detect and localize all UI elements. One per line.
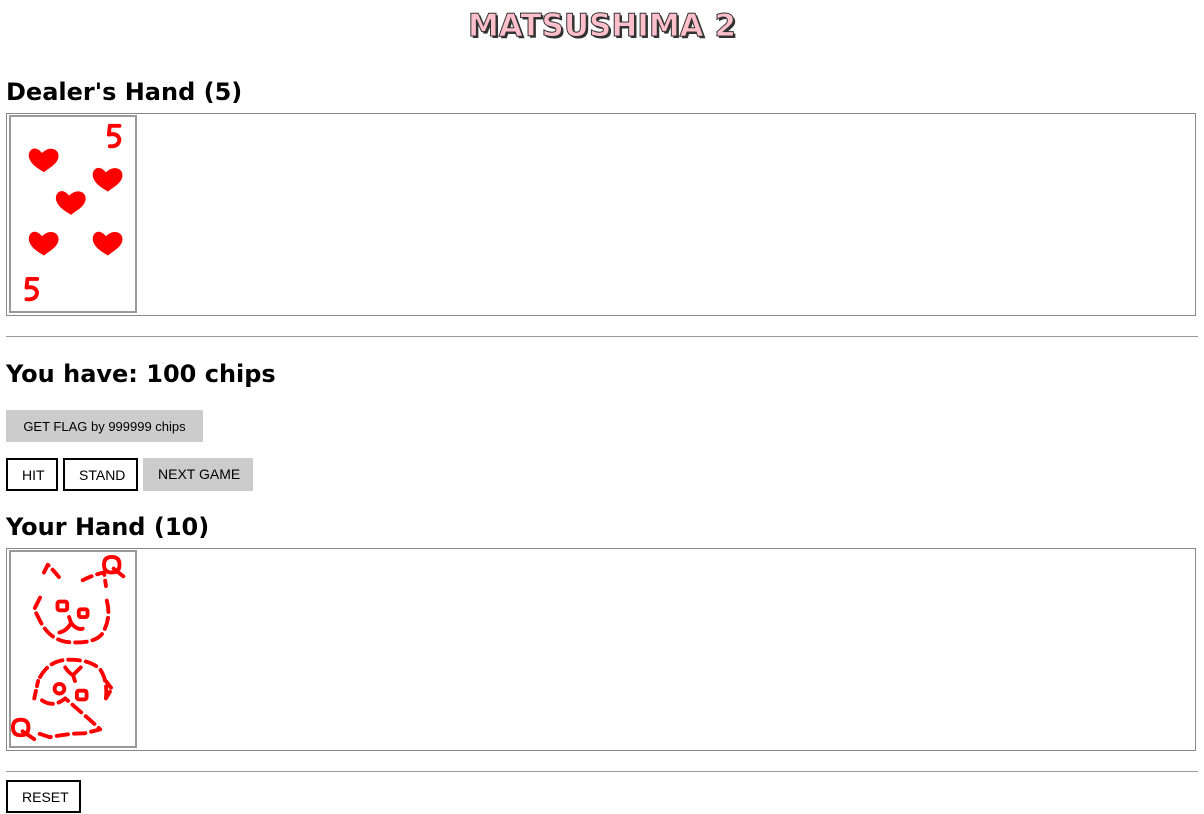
rank-5-top bbox=[106, 123, 122, 149]
chips-count: You have: 100 chips bbox=[6, 360, 276, 388]
next-game-button[interactable]: NEXT GAME bbox=[143, 458, 253, 491]
rank-5-bottom bbox=[24, 276, 40, 302]
hit-button[interactable]: HIT bbox=[6, 458, 58, 491]
stand-button[interactable]: STAND bbox=[63, 458, 138, 491]
player-card-queen bbox=[9, 550, 137, 748]
divider bbox=[6, 336, 1198, 337]
get-flag-button[interactable]: GET FLAG by 999999 chips bbox=[6, 410, 203, 442]
player-hand-heading: Your Hand (10) bbox=[6, 513, 210, 541]
dealer-hand-heading: Dealer's Hand (5) bbox=[6, 78, 243, 106]
divider-bottom bbox=[6, 771, 1198, 772]
dealer-hand-area bbox=[6, 113, 1196, 316]
player-hand-area bbox=[6, 548, 1196, 751]
five-of-hearts-card-art bbox=[24, 123, 123, 302]
page: MATSUSHIMA 2 Dealer's Hand (5) You have:… bbox=[0, 0, 1204, 814]
reset-button[interactable]: RESET bbox=[6, 780, 81, 813]
rank-q-top bbox=[102, 555, 126, 579]
dealer-card-five-of-hearts bbox=[9, 115, 137, 313]
queen-cat-card-art bbox=[11, 555, 126, 742]
page-title: MATSUSHIMA 2 bbox=[467, 8, 737, 45]
